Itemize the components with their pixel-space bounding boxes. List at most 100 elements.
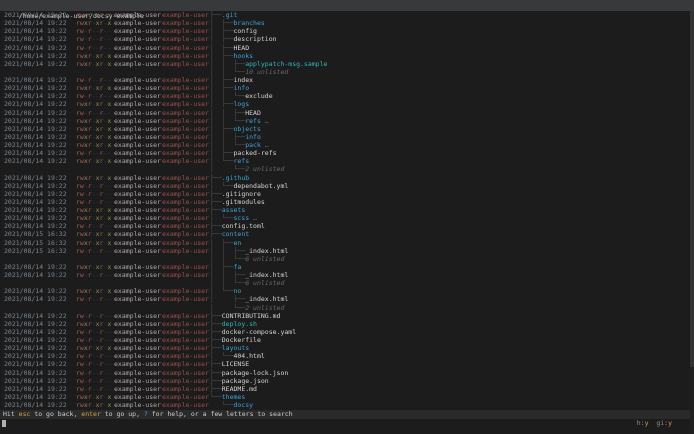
tree-row[interactable]: 2021/08/14 19:22 rwxr-xr-x example-user exa… <box>0 401 689 409</box>
search-input[interactable]: h:y gi:y <box>0 419 694 428</box>
row-group: example-user <box>162 132 209 141</box>
key-hint: esc <box>18 410 31 418</box>
tree-row[interactable]: 2021/08/14 19:22 rw-r--r-- example-user exa… <box>0 385 689 393</box>
tree-row[interactable]: 2021/08/14 19:22 rw-r--r-- example-user exa… <box>0 198 689 206</box>
tree-cell: ├──README.md <box>210 385 257 393</box>
row-group: example-user <box>162 295 209 304</box>
tree-row[interactable]: 2021/08/14 19:22 rw-r--r-- example-user exa… <box>0 352 689 360</box>
scrollbar-thumb[interactable] <box>690 11 694 367</box>
tree-row[interactable]: 2021/08/14 19:22 rw-r--r-- example-user exa… <box>0 35 689 43</box>
scrollbar[interactable] <box>690 11 694 434</box>
tree-row[interactable]: 2021/08/15 16:32 rwxr-xr-x example-user exa… <box>0 239 689 247</box>
tree-row[interactable]: 2021/08/14 19:22 rw-r--r-- example-user exa… <box>0 312 689 320</box>
tree-row[interactable]: 2021/08/14 19:22 rw-r--r-- example-user exa… <box>0 149 689 157</box>
tree-row[interactable]: 2021/08/14 19:22 rw-r--r-- example-user exa… <box>0 377 689 385</box>
tree-row[interactable]: 2021/08/14 19:22 rwxr-xr-x example-user exa… <box>0 133 689 141</box>
tree-row[interactable]: 2021/08/14 19:22 rw-r--r-- example-user exa… <box>0 271 689 279</box>
tree-cell: │ ├──objects <box>210 125 261 133</box>
tree-row[interactable]: 2021/08/14 19:22 rw-r--r-- example-user exa… <box>0 92 689 100</box>
tree-row[interactable]: 2021/08/14 19:22 rwxr-xr-x example-user exa… <box>0 393 689 401</box>
tree-branch-lines: │ │ └── <box>210 279 246 288</box>
tree-branch-lines: ├── <box>210 206 222 214</box>
row-date: 2021/08/14 19:22 <box>4 35 67 44</box>
row-group: example-user <box>162 100 209 109</box>
tree-row[interactable]: 2021/08/15 16:32 rwxr-xr-x example-user exa… <box>0 230 689 238</box>
row-owner: example-user <box>114 246 161 255</box>
entry-name: fa <box>233 262 242 271</box>
row-permissions: rw-r--r-- <box>76 35 112 44</box>
tree-row[interactable]: 2021/08/14 19:22 rwxr-xr-x example-user exa… <box>0 287 689 295</box>
row-permissions: rw-r--r-- <box>76 92 112 101</box>
row-owner: example-user <box>114 352 161 361</box>
entry-name: Dockerfile <box>221 336 261 344</box>
tree-row[interactable]: 2021/08/14 19:22 rwxr-xr-x example-user exa… <box>0 60 689 68</box>
entry-name: docsy <box>233 401 254 409</box>
tree-cell: ├──.gitmodules <box>210 198 265 206</box>
tree-row[interactable]: 2021/08/14 19:22 rw-r--r-- example-user exa… <box>0 44 689 52</box>
tree-row[interactable]: 2021/08/14 19:22 rwxr-xr-x example-user exa… <box>0 125 689 133</box>
tree-branch-lines: ├── <box>210 173 222 182</box>
tree-row[interactable]: 2021/08/14 19:22 rw-r--r-- example-user exa… <box>0 190 689 198</box>
tree-row[interactable]: 2021/08/14 19:22 rw-r--r-- example-user exa… <box>0 182 689 190</box>
entry-name: .github <box>221 173 250 182</box>
tree-row[interactable]: 2021/08/14 19:22 rwxr-xr-x example-user exa… <box>0 100 689 108</box>
tree-row[interactable]: 2021/08/14 19:22 rw-r--r-- example-user exa… <box>0 222 689 230</box>
tree-row[interactable]: 2021/08/14 19:22 rw-r--r-- example-user exa… <box>0 27 689 35</box>
row-date: 2021/08/15 16:32 <box>4 246 67 255</box>
tree-cell: ├──LICENSE <box>210 360 249 368</box>
row-group: example-user <box>162 92 209 101</box>
row-date: 2021/08/14 19:22 <box>4 262 67 271</box>
entry-name: info <box>245 132 261 141</box>
tree-row[interactable]: 2021/08/14 19:22 rw-r--r-- example-user exa… <box>0 76 689 84</box>
row-owner: example-user <box>114 238 161 247</box>
row-date: 2021/08/14 19:22 <box>4 392 67 401</box>
tree-branch-lines: │ ├── <box>210 238 234 247</box>
tree-row[interactable]: 2021/08/14 19:22 rwxr-xr-x example-user exa… <box>0 214 689 222</box>
tree-row[interactable]: 2021/08/14 19:22 rwxr-xr-x example-user exa… <box>0 157 689 165</box>
row-owner: example-user <box>114 206 161 214</box>
row-permissions: rwxr-xr-x <box>76 116 112 125</box>
tree-row[interactable]: 2021/08/14 19:22 rwxr-xr-x example-user exa… <box>0 11 689 19</box>
row-group: example-user <box>162 84 209 93</box>
tree-row[interactable]: 2021/08/14 19:22 rwxr-xr-x example-user exa… <box>0 52 689 60</box>
tree-row: │ └──2 unlisted <box>0 165 689 173</box>
tree-branch-lines: │ ├── <box>210 76 234 84</box>
tree-row[interactable]: 2021/08/14 19:22 rw-r--r-- example-user exa… <box>0 328 689 336</box>
tree-row[interactable]: 2021/08/14 19:22 rw-r--r-- example-user exa… <box>0 336 689 344</box>
entry-name: _index.html <box>245 295 289 304</box>
row-date: 2021/08/14 19:22 <box>4 197 67 206</box>
tree-row[interactable]: 2021/08/14 19:22 rwxr-xr-x example-user exa… <box>0 19 689 27</box>
row-group: example-user <box>162 214 209 223</box>
tree-branch-lines: │ │ ├── <box>210 108 246 117</box>
tree-row[interactable]: 2021/08/14 19:22 rwxr-xr-x example-user exa… <box>0 174 689 182</box>
unlisted-note: 2 unlisted <box>245 303 285 312</box>
tree-row[interactable]: 2021/08/14 19:22 rwxr-xr-x example-user exa… <box>0 320 689 328</box>
tree-row[interactable]: 2021/08/14 19:22 rwxr-xr-x example-user exa… <box>0 141 689 149</box>
tree-row[interactable]: 2021/08/14 19:22 rwxr-xr-x example-user exa… <box>0 117 689 125</box>
tree-row[interactable]: 2021/08/14 19:22 rw-r--r-- example-user exa… <box>0 360 689 368</box>
entry-name: applypatch-msg.sample <box>245 59 328 68</box>
tree-cell: │ └──dependabot.yml <box>210 182 288 190</box>
tree-row[interactable]: 2021/08/15 16:32 rw-r--r-- example-user exa… <box>0 247 689 255</box>
row-date: 2021/08/15 16:32 <box>4 238 67 247</box>
row-permissions: rw-r--r-- <box>76 311 112 320</box>
tree-row[interactable]: 2021/08/14 19:22 rw-r--r-- example-user exa… <box>0 295 689 303</box>
tree-row[interactable]: 2021/08/14 19:22 rw-r--r-- example-user exa… <box>0 109 689 117</box>
tree-row[interactable]: 2021/08/14 19:22 rw-r--r-- example-user exa… <box>0 369 689 377</box>
tree-row[interactable]: 2021/08/14 19:22 rwxr-xr-x example-user exa… <box>0 206 689 214</box>
tree-cell: ├──.git <box>210 11 237 19</box>
row-owner: example-user <box>114 197 161 206</box>
row-permissions: rwxr-xr-x <box>76 100 112 109</box>
tree-row[interactable]: 2021/08/14 19:22 rwxr-xr-x example-user exa… <box>0 84 689 92</box>
tree-cell: │ │ └──refs … <box>210 117 269 125</box>
tree-row[interactable]: 2021/08/14 19:22 rwxr-xr-x example-user exa… <box>0 344 689 352</box>
row-permissions: rw-r--r-- <box>76 43 112 52</box>
pruned-indicator: … <box>260 141 269 149</box>
row-owner: example-user <box>114 327 161 336</box>
row-date: 2021/08/14 19:22 <box>4 214 67 223</box>
pruned-indicator: … <box>249 214 257 223</box>
tree-cell: ├──docker-compose.yaml <box>210 328 296 336</box>
tree-row[interactable]: 2021/08/14 19:22 rwxr-xr-x example-user exa… <box>0 263 689 271</box>
row-permissions: rwxr-xr-x <box>76 124 112 133</box>
root-path-bar[interactable]: /home/example-user/docsy-example <box>0 0 694 20</box>
